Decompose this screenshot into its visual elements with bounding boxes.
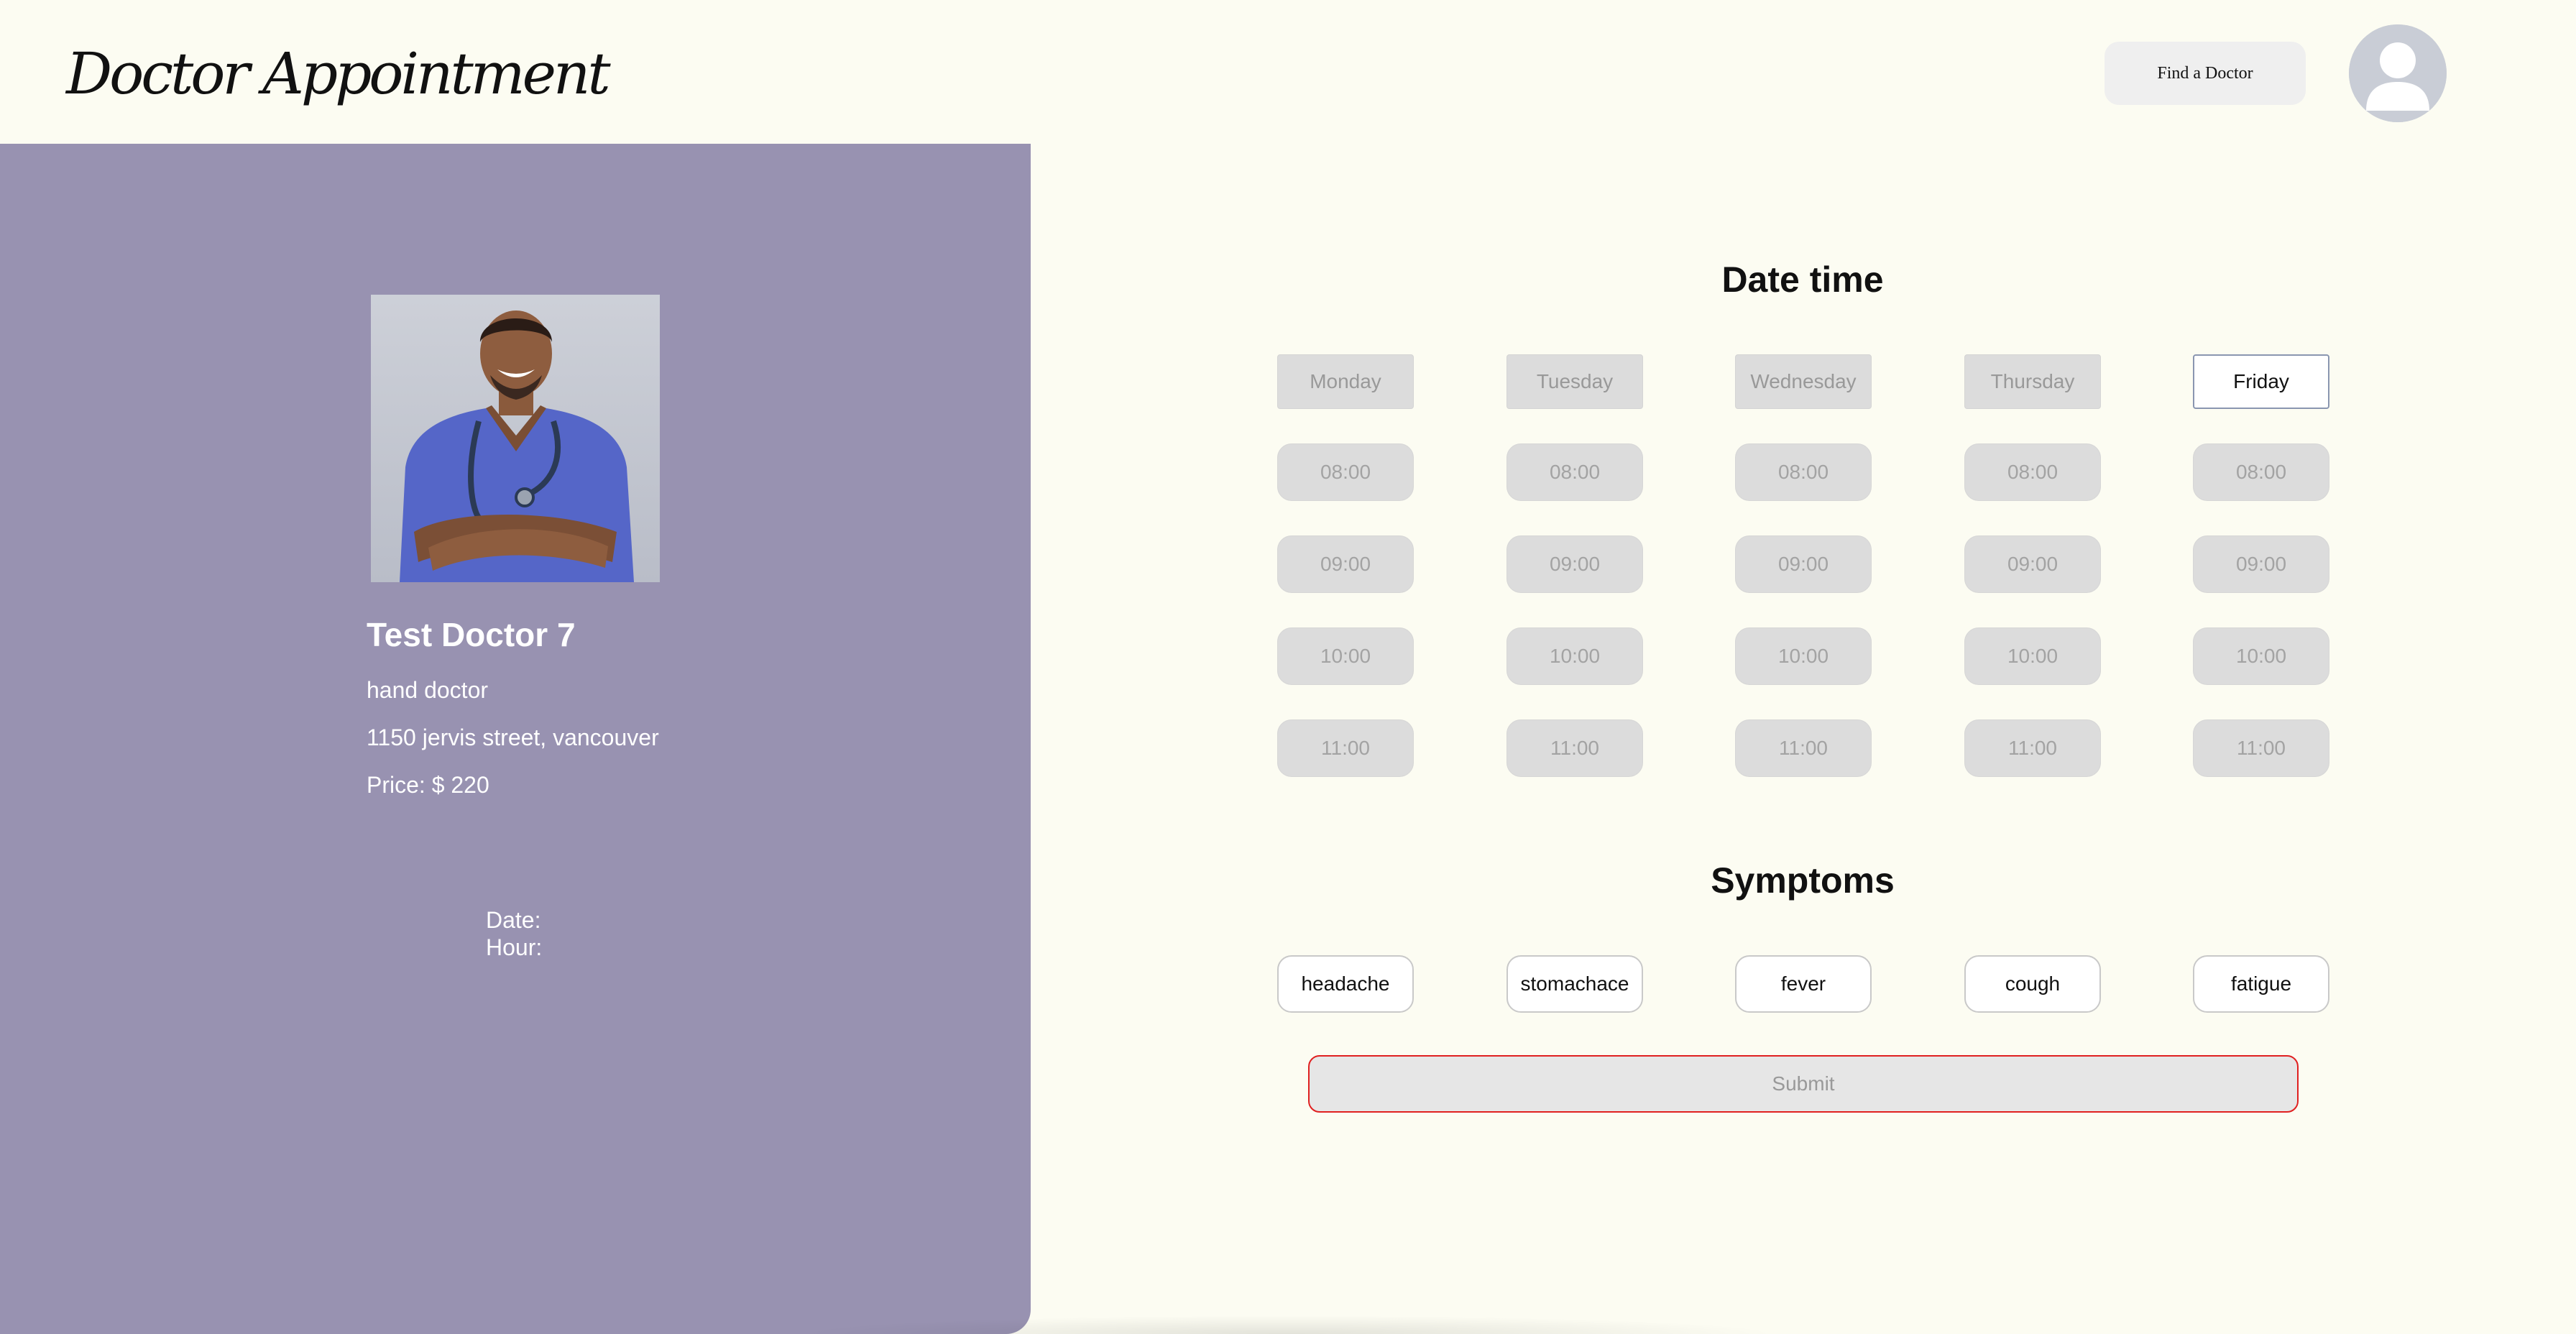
time-slot-thursday-1100[interactable]: 11:00 [1964,719,2101,777]
time-slot-tuesday-1100[interactable]: 11:00 [1506,719,1643,777]
day-tuesday-button[interactable]: Tuesday [1506,354,1643,409]
time-slot-friday-1100[interactable]: 11:00 [2193,719,2329,777]
time-slot-wednesday-1100[interactable]: 11:00 [1735,719,1872,777]
selected-hour-label: Hour: [486,934,543,960]
time-slot-monday-1100[interactable]: 11:00 [1277,719,1414,777]
selected-date-label: Date: [486,907,541,933]
time-slot-wednesday-0900[interactable]: 09:00 [1735,535,1872,593]
doctor-address: 1150 jervis street, vancouver [367,724,659,750]
time-slot-wednesday-0800[interactable]: 08:00 [1735,443,1872,501]
day-thursday-button[interactable]: Thursday [1964,354,2101,409]
symptom-headache-button[interactable]: headache [1277,955,1414,1013]
time-slot-friday-0800[interactable]: 08:00 [2193,443,2329,501]
doctor-specialty: hand doctor [367,677,489,703]
day-monday-button[interactable]: Monday [1277,354,1414,409]
doctor-photo [371,295,660,582]
time-slot-tuesday-0900[interactable]: 09:00 [1506,535,1643,593]
bottom-shadow [791,1315,1782,1334]
doctor-price: Price: $ 220 [367,772,489,798]
time-slot-friday-1000[interactable]: 10:00 [2193,627,2329,685]
date-time-title: Date time [1721,259,1884,300]
day-friday-button[interactable]: Friday [2193,354,2329,409]
doctor-info-panel: Test Doctor 7 hand doctor 1150 jervis st… [0,144,1031,1334]
time-slot-wednesday-1000[interactable]: 10:00 [1735,627,1872,685]
symptom-stomachache-button[interactable]: stomachace [1506,955,1643,1013]
symptoms-title: Symptoms [1711,860,1895,901]
user-avatar-icon[interactable] [2349,24,2447,122]
time-slot-friday-0900[interactable]: 09:00 [2193,535,2329,593]
time-slot-thursday-0800[interactable]: 08:00 [1964,443,2101,501]
day-wednesday-button[interactable]: Wednesday [1735,354,1872,409]
symptom-fatigue-button[interactable]: fatigue [2193,955,2329,1013]
time-slot-tuesday-0800[interactable]: 08:00 [1506,443,1643,501]
submit-button[interactable]: Submit [1308,1055,2299,1113]
time-slot-monday-0900[interactable]: 09:00 [1277,535,1414,593]
app-logo[interactable]: Doctor Appointment [66,34,611,114]
app-header: Doctor Appointment Find a Doctor [0,0,2576,144]
time-slot-monday-0800[interactable]: 08:00 [1277,443,1414,501]
time-slot-thursday-1000[interactable]: 10:00 [1964,627,2101,685]
time-slot-tuesday-1000[interactable]: 10:00 [1506,627,1643,685]
doctor-name: Test Doctor 7 [367,616,576,653]
time-slot-thursday-0900[interactable]: 09:00 [1964,535,2101,593]
find-doctor-button[interactable]: Find a Doctor [2104,42,2306,105]
symptom-fever-button[interactable]: fever [1735,955,1872,1013]
time-slot-monday-1000[interactable]: 10:00 [1277,627,1414,685]
symptom-cough-button[interactable]: cough [1964,955,2101,1013]
